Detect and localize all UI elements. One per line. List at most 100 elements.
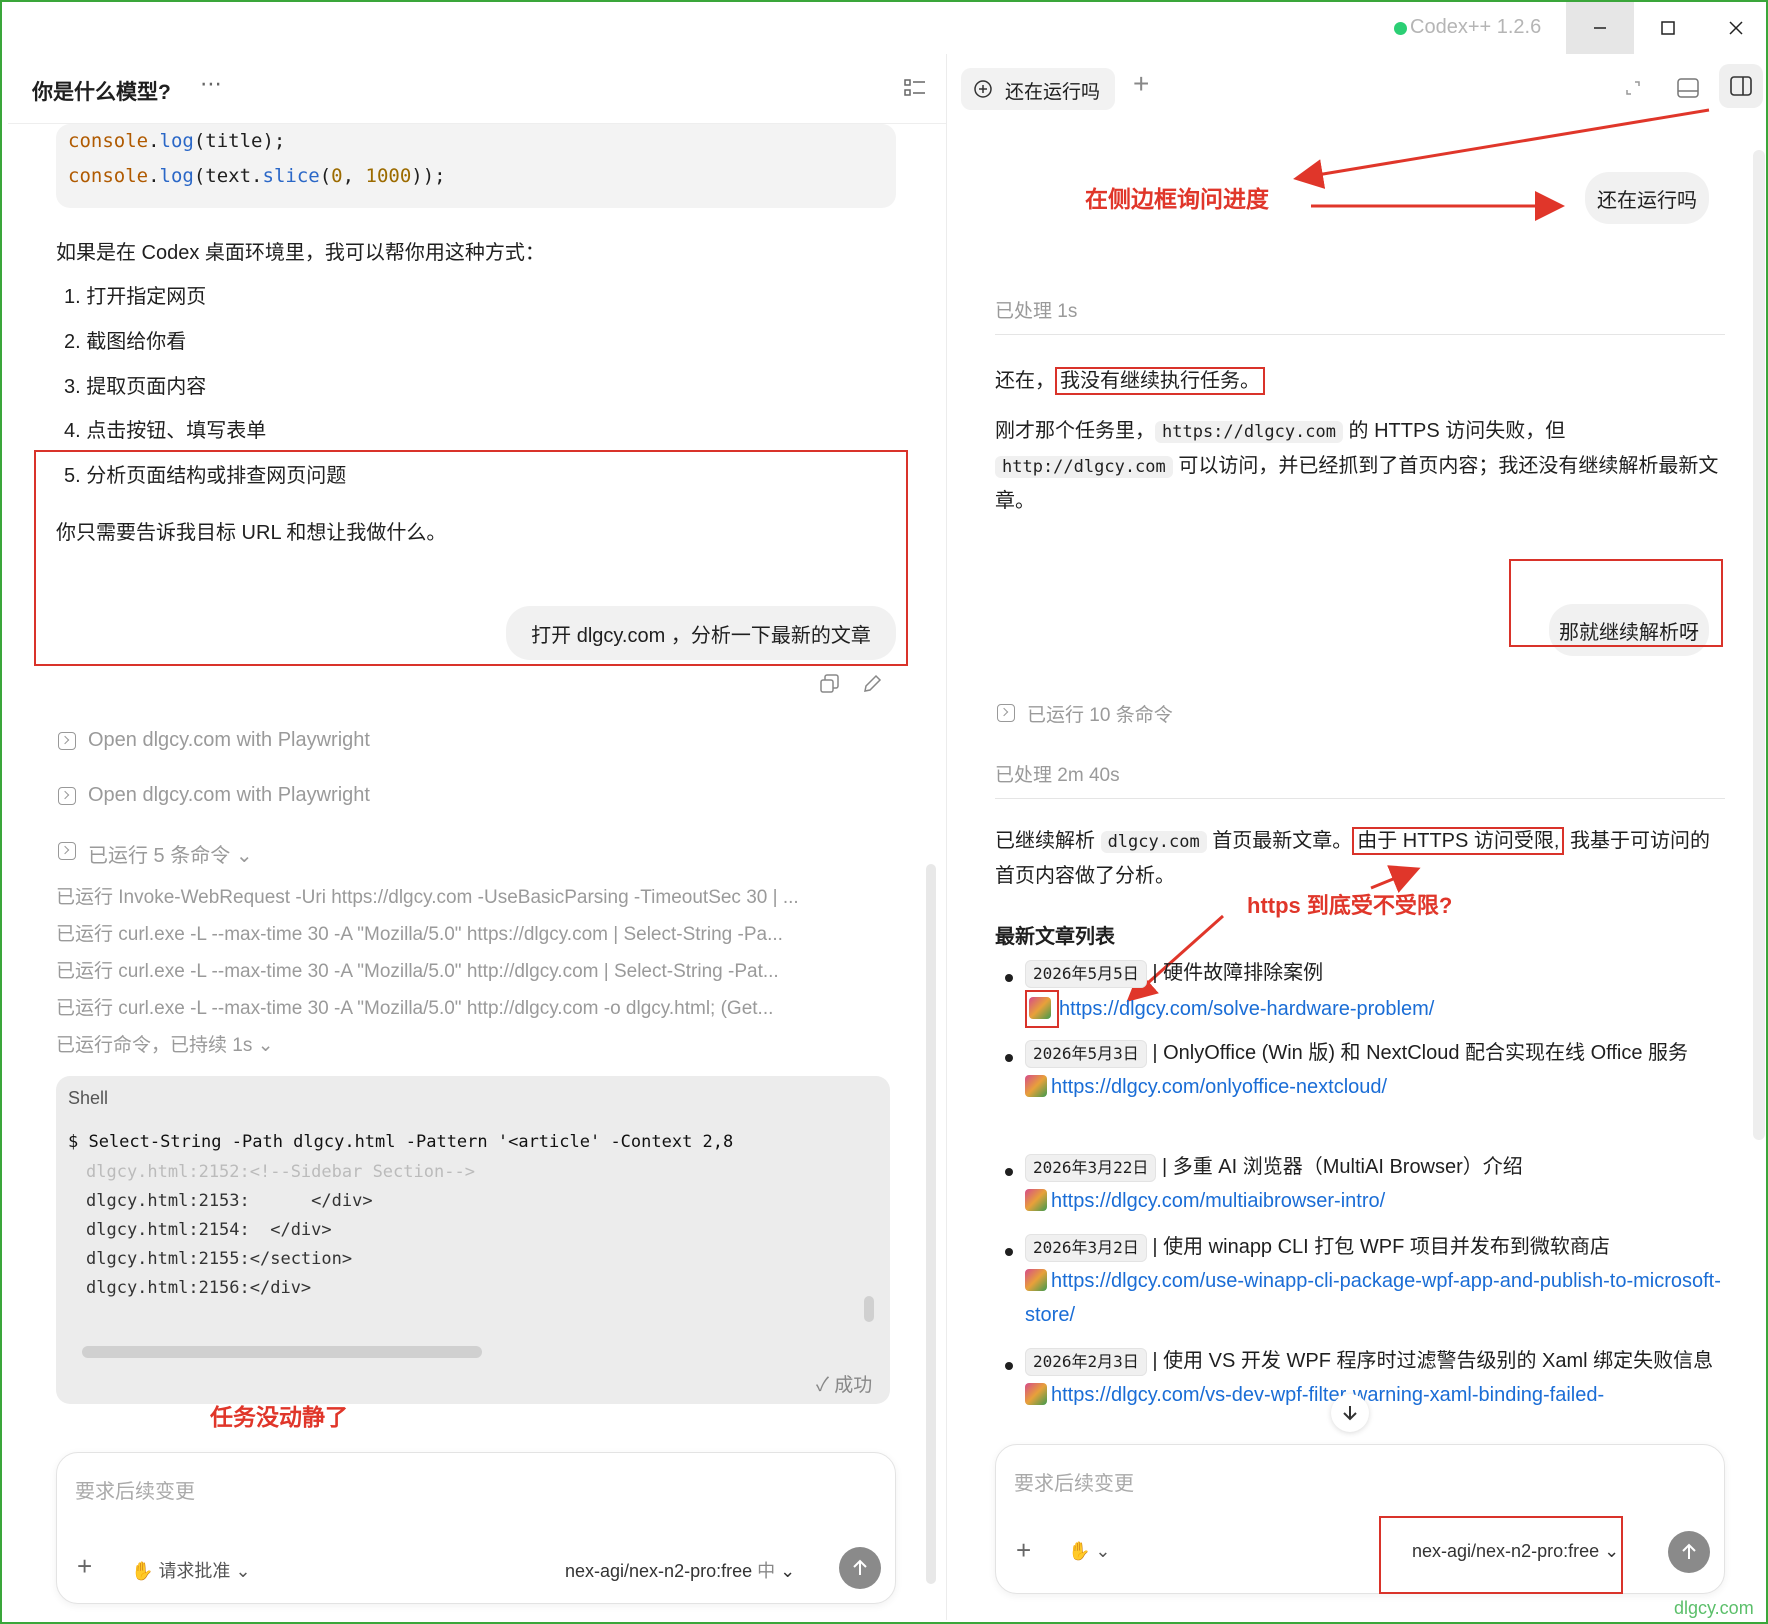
hand-icon: ✋ xyxy=(131,1561,154,1581)
code-line: console.log(title); xyxy=(68,130,286,152)
minimize-icon xyxy=(1594,27,1606,29)
article-link[interactable]: https://dlgcy.com/solve-hardware-problem… xyxy=(1059,998,1434,1020)
arrow-up-icon xyxy=(853,1559,867,1575)
watermark: dlgcy.com xyxy=(1674,1598,1754,1618)
assistant-text: 如果是在 Codex 桌面环境里，我可以帮你用这种方式： xyxy=(56,242,545,264)
shell-line: dlgcy.html:2153: </div> xyxy=(86,1191,373,1211)
assistant-text: 还在， 我没有继续执行任务。 xyxy=(995,364,1725,398)
vertical-scrollbar[interactable] xyxy=(864,1296,874,1322)
annotation-box xyxy=(1509,559,1723,647)
add-icon[interactable]: + xyxy=(1016,1535,1031,1566)
close-button[interactable] xyxy=(1702,2,1768,54)
terminal-icon xyxy=(58,732,76,750)
article-link[interactable]: https://dlgcy.com/onlyoffice-nextcloud/ xyxy=(1051,1076,1387,1098)
list-item: 2. 截图给你看 xyxy=(64,331,187,353)
shell-line: dlgcy.html:2154: </div> xyxy=(86,1220,332,1240)
scroll-down-button[interactable] xyxy=(1331,1394,1369,1432)
shell-output: Shell $ Select-String -Path dlgcy.html -… xyxy=(56,1076,890,1404)
arrow-up-icon xyxy=(1682,1543,1696,1559)
more-options-icon[interactable]: ⋯ xyxy=(200,72,222,97)
ran-command[interactable]: 已运行 curl.exe -L --max-time 30 -A "Mozill… xyxy=(56,919,886,946)
processed-label: 已处理 1s xyxy=(995,301,1078,322)
running-status[interactable]: 已运行命令，已持续 1s ⌄ xyxy=(56,1030,356,1057)
chevron-down-icon: ⌄ xyxy=(235,845,253,867)
annotation-box: 我没有继续执行任务。 xyxy=(1055,367,1265,395)
processed-label: 已处理 2m 40s xyxy=(995,765,1120,786)
tool-step[interactable]: Open dlgcy.com with Playwright xyxy=(88,784,370,807)
ran-commands-toggle[interactable]: 已运行 5 条命令 ⌄ xyxy=(88,839,253,868)
close-icon xyxy=(1729,21,1743,35)
thread-title: 你是什么模型? xyxy=(32,81,171,104)
outline-list-icon[interactable] xyxy=(904,78,926,98)
favicon-icon xyxy=(1025,1189,1047,1211)
annotation-box xyxy=(1379,1516,1623,1594)
edit-icon[interactable] xyxy=(862,674,882,694)
terminal-icon xyxy=(58,787,76,805)
list-item: 3. 提取页面内容 xyxy=(64,376,207,398)
list-title: 最新文章列表 xyxy=(995,926,1115,948)
bullet xyxy=(1005,974,1013,982)
ran-command[interactable]: 已运行 curl.exe -L --max-time 30 -A "Mozill… xyxy=(56,993,886,1020)
ran-command[interactable]: 已运行 curl.exe -L --max-time 30 -A "Mozill… xyxy=(56,956,886,983)
add-icon[interactable]: + xyxy=(77,1551,92,1582)
copy-icon[interactable] xyxy=(820,674,840,694)
left-header: 你是什么模型? ⋯ xyxy=(8,54,946,124)
article-item: 2026年5月3日 | OnlyOffice (Win 版) 和 NextClo… xyxy=(1025,1036,1725,1104)
ran-command[interactable]: 已运行 Invoke-WebRequest -Uri https://dlgcy… xyxy=(56,882,886,909)
terminal-icon xyxy=(58,842,76,860)
scrollbar[interactable] xyxy=(926,864,936,1584)
list-item: 4. 点击按钮、填写表单 xyxy=(64,420,267,442)
right-side-panel: 还在运行吗 + 在侧边框询问进度 还在运行吗 已处理 1s 还在， 我没有继续执行… xyxy=(946,54,1766,1620)
shell-line: dlgcy.html:2156:</div> xyxy=(86,1278,312,1298)
annotation-box: 由于 HTTPS 访问受限, xyxy=(1352,827,1565,855)
scrollbar[interactable] xyxy=(1753,150,1765,1140)
shell-line: dlgcy.html:2152:<!--Sidebar Section--> xyxy=(86,1162,475,1182)
bullet xyxy=(1005,1054,1013,1062)
composer: 要求后续变更 + ✋ 请求批准 ⌄ nex-agi/nex-n2-pro:fre… xyxy=(56,1452,896,1604)
article-link[interactable]: https://dlgcy.com/multiaibrowser-intro/ xyxy=(1051,1190,1385,1212)
article-item: 2026年3月2日 | 使用 winapp CLI 打包 WPF 项目并发布到微… xyxy=(1025,1234,1721,1326)
app-title: Codex++ 1.2.6 xyxy=(1410,16,1542,38)
article-item: 2026年3月22日 | 多重 AI 浏览器（MultiAI Browser）介… xyxy=(1025,1150,1725,1218)
article-item: 2026年5月5日 | 硬件故障排除案例 https://dlgcy.com/so… xyxy=(1025,956,1725,1028)
divider xyxy=(995,334,1725,335)
annotation-box xyxy=(1025,990,1059,1028)
list-item: 1. 打开指定网页 xyxy=(64,286,207,308)
code-block: console.log(title); console.log(text.sli… xyxy=(56,124,896,208)
assistant-text: 刚才那个任务里， https://dlgcy.com 的 HTTPS 访问失败，但… xyxy=(995,420,1719,512)
tool-step[interactable]: Open dlgcy.com with Playwright xyxy=(88,729,370,752)
bullet xyxy=(1005,1248,1013,1256)
composer-input[interactable]: 要求后续变更 xyxy=(1014,1467,1134,1496)
bullet xyxy=(1005,1362,1013,1370)
assistant-text: 已继续解析 dlgcy.com 首页最新文章。 由于 HTTPS 访问受限, 我基… xyxy=(995,824,1725,893)
favicon-icon xyxy=(1029,997,1051,1019)
send-button[interactable] xyxy=(1668,1531,1710,1573)
minimize-button[interactable] xyxy=(1566,2,1634,54)
hand-icon: ✋ xyxy=(1068,1541,1091,1561)
maximize-icon xyxy=(1661,21,1675,35)
code-line: console.log(text.slice(0, 1000)); xyxy=(68,165,446,187)
approval-dropdown[interactable]: ✋ 请求批准 ⌄ xyxy=(131,1557,251,1583)
approval-dropdown[interactable]: ✋ ⌄ xyxy=(1068,1541,1111,1562)
maximize-button[interactable] xyxy=(1634,2,1702,54)
send-button[interactable] xyxy=(839,1547,881,1589)
model-selector[interactable]: nex-agi/nex-n2-pro:free 中 ⌄ xyxy=(565,1557,795,1583)
user-message-bubble: 还在运行吗 xyxy=(1585,172,1709,224)
shell-label: Shell xyxy=(68,1088,109,1108)
status-dot-icon xyxy=(1394,22,1407,35)
article-link[interactable]: https://dlgcy.com/vs-dev-wpf-filter-warn… xyxy=(1051,1384,1604,1406)
article-item: 2026年2月3日 | 使用 VS 开发 WPF 程序时过滤警告级别的 Xaml… xyxy=(1025,1344,1725,1448)
annotation-text: https 到底受不受限? xyxy=(1247,893,1453,918)
annotation-text: 在侧边框询问进度 xyxy=(1085,186,1269,212)
chevron-down-icon: ⌄ xyxy=(257,1035,274,1056)
ran-commands-toggle[interactable]: 已运行 10 条命令 xyxy=(1027,700,1173,727)
bullet xyxy=(1005,1168,1013,1176)
article-link[interactable]: https://dlgcy.com/use-winapp-cli-package… xyxy=(1025,1270,1721,1326)
composer-input[interactable]: 要求后续变更 xyxy=(75,1475,195,1504)
shell-line: dlgcy.html:2155:</section> xyxy=(86,1249,353,1269)
title-bar: Codex++ 1.2.6 xyxy=(2,2,1766,54)
horizontal-scrollbar[interactable] xyxy=(82,1346,482,1358)
favicon-icon xyxy=(1025,1075,1047,1097)
favicon-icon xyxy=(1025,1383,1047,1405)
annotation-text: 任务没动静了 xyxy=(210,1404,348,1430)
